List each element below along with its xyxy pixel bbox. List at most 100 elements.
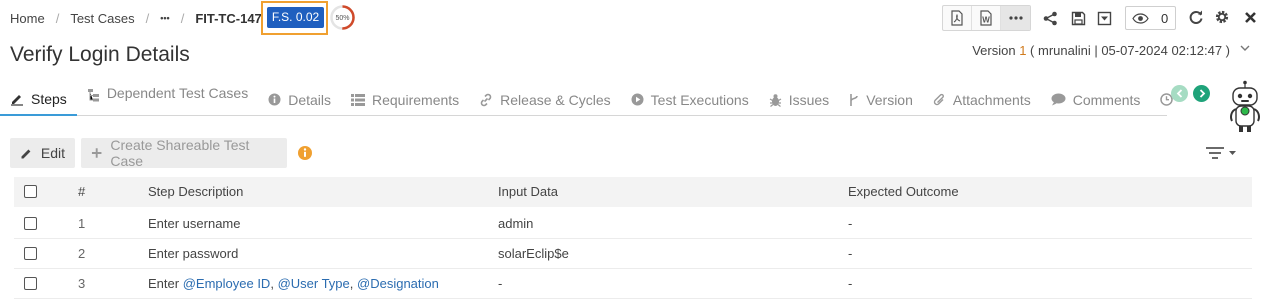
column-filter-button[interactable] xyxy=(1205,146,1237,163)
tab-details[interactable]: Details xyxy=(258,84,341,115)
page-title: Verify Login Details xyxy=(10,43,190,66)
comment-icon xyxy=(1051,93,1066,106)
table-row[interactable]: 1 Enter username admin - xyxy=(14,209,1252,239)
refresh-icon[interactable] xyxy=(1186,7,1206,27)
version-prefix: Version xyxy=(972,43,1016,58)
expected-outcome: - xyxy=(848,216,853,231)
breadcrumb-home[interactable]: Home xyxy=(10,11,45,26)
tab-requirements[interactable]: Requirements xyxy=(341,84,469,115)
version-info: Version 1 ( mrunalini | 05-07-2024 02:12… xyxy=(972,43,1230,58)
tab-label: Attachments xyxy=(952,91,1031,108)
row-checkbox[interactable] xyxy=(24,217,37,230)
tab-label: Issues xyxy=(788,91,830,108)
tab-label: Release & Cycles xyxy=(500,91,611,108)
breadcrumb-current: FIT-TC-147 xyxy=(195,10,262,26)
paperclip-icon xyxy=(933,93,944,105)
edit-button-label: Edit xyxy=(40,145,65,161)
list-icon xyxy=(351,93,365,106)
tab-release-cycles[interactable]: Release & Cycles xyxy=(469,84,621,115)
input-data: - xyxy=(498,276,503,291)
breadcrumb-more[interactable]: ••• xyxy=(160,13,169,23)
header-number: # xyxy=(78,184,86,199)
views-count: 0 xyxy=(1161,10,1169,26)
step-description: Enter username xyxy=(148,216,241,231)
hierarchy-icon xyxy=(87,89,99,102)
version-number: 1 xyxy=(1019,43,1027,58)
tab-issues[interactable]: Issues xyxy=(759,84,839,115)
breadcrumb-separator: / xyxy=(55,10,60,26)
status-badge[interactable]: F.S. 0.02 xyxy=(267,7,324,28)
close-icon[interactable] xyxy=(1240,7,1260,27)
edit-button[interactable]: Edit xyxy=(10,138,75,168)
tabs-scroll-right-button[interactable] xyxy=(1193,85,1210,102)
row-checkbox[interactable] xyxy=(24,247,37,260)
input-data: solarEclip$e xyxy=(498,246,569,261)
table-row[interactable]: 3 Enter @Employee ID, @User Type, @Desig… xyxy=(14,269,1252,299)
share-icon[interactable] xyxy=(1040,8,1060,28)
expected-outcome: - xyxy=(848,276,853,291)
create-shareable-test-case-button[interactable]: Create Shareable Test Case xyxy=(81,137,287,169)
more-icon[interactable] xyxy=(1001,6,1030,30)
header-step-description: Step Description xyxy=(148,184,244,199)
progress-label: 50% xyxy=(335,15,349,22)
tab-label: Steps xyxy=(31,91,67,107)
step-description: Enter password xyxy=(148,246,239,261)
edit-icon xyxy=(11,95,23,106)
chevron-left-icon xyxy=(1176,89,1182,98)
export-button-group: W xyxy=(942,5,1031,31)
expected-outcome: - xyxy=(848,246,853,261)
tab-label: Requirements xyxy=(372,91,460,108)
row-number: 2 xyxy=(78,246,86,261)
header-input-data: Input Data xyxy=(498,184,558,199)
step-description-prefix: Enter xyxy=(148,276,180,291)
tab-steps[interactable]: Steps xyxy=(0,84,77,116)
progress-donut: 50% xyxy=(330,5,355,30)
breadcrumb-separator: / xyxy=(145,10,150,26)
eye-icon xyxy=(1132,12,1149,24)
info-icon[interactable] xyxy=(297,145,313,164)
tabs-scroll-left-button[interactable] xyxy=(1171,85,1188,102)
assistant-robot-icon[interactable] xyxy=(1225,80,1265,137)
tab-comments[interactable]: Comments xyxy=(1041,84,1151,115)
row-number: 3 xyxy=(78,276,86,291)
breadcrumb-test-cases[interactable]: Test Cases xyxy=(70,11,134,26)
parameter-link[interactable]: @User Type xyxy=(278,276,350,291)
row-checkbox[interactable] xyxy=(24,277,37,290)
breadcrumb: Home / Test Cases / ••• / FIT-TC-147 xyxy=(10,8,262,28)
svg-text:W: W xyxy=(982,16,990,25)
gear-icon[interactable] xyxy=(1212,7,1232,27)
info-icon xyxy=(268,93,281,106)
chevron-right-icon xyxy=(1199,89,1205,98)
table-header: # Step Description Input Data Expected O… xyxy=(14,177,1252,207)
tab-label: Test Executions xyxy=(650,91,749,108)
tab-label: Details xyxy=(288,91,331,108)
download-icon[interactable] xyxy=(1094,8,1114,28)
version-detail: ( mrunalini | 05-07-2024 02:12:47 ) xyxy=(1030,43,1230,58)
bug-icon xyxy=(769,93,782,107)
branch-icon xyxy=(850,93,858,106)
version-chevron-down-icon[interactable] xyxy=(1239,42,1251,57)
step-description: Enter @Employee ID, @User Type, @Designa… xyxy=(148,276,439,291)
create-shareable-label: Create Shareable Test Case xyxy=(110,137,250,169)
pdf-icon[interactable] xyxy=(943,6,972,30)
tab-dependent-test-cases[interactable]: Dependent Test Cases xyxy=(77,84,258,115)
tab-label: Dependent Test Cases xyxy=(106,85,249,101)
word-icon[interactable]: W xyxy=(972,6,1001,30)
table-row[interactable]: 2 Enter password solarEclip$e - xyxy=(14,239,1252,269)
tab-label: Version xyxy=(866,91,913,108)
pencil-icon xyxy=(21,149,31,158)
play-icon xyxy=(631,93,644,106)
input-data: admin xyxy=(498,216,534,231)
link-icon xyxy=(480,93,492,106)
views-counter[interactable]: 0 xyxy=(1125,6,1176,30)
row-number: 1 xyxy=(78,216,86,231)
save-icon[interactable] xyxy=(1068,8,1088,28)
tab-attachments[interactable]: Attachments xyxy=(923,84,1041,115)
tab-test-executions[interactable]: Test Executions xyxy=(621,84,759,115)
select-all-checkbox[interactable] xyxy=(24,185,37,198)
tab-version[interactable]: Version xyxy=(839,84,923,115)
plus-icon xyxy=(91,148,102,158)
parameter-link[interactable]: @Designation xyxy=(357,276,439,291)
parameter-link[interactable]: @Employee ID xyxy=(183,276,271,291)
breadcrumb-separator: / xyxy=(180,10,185,26)
